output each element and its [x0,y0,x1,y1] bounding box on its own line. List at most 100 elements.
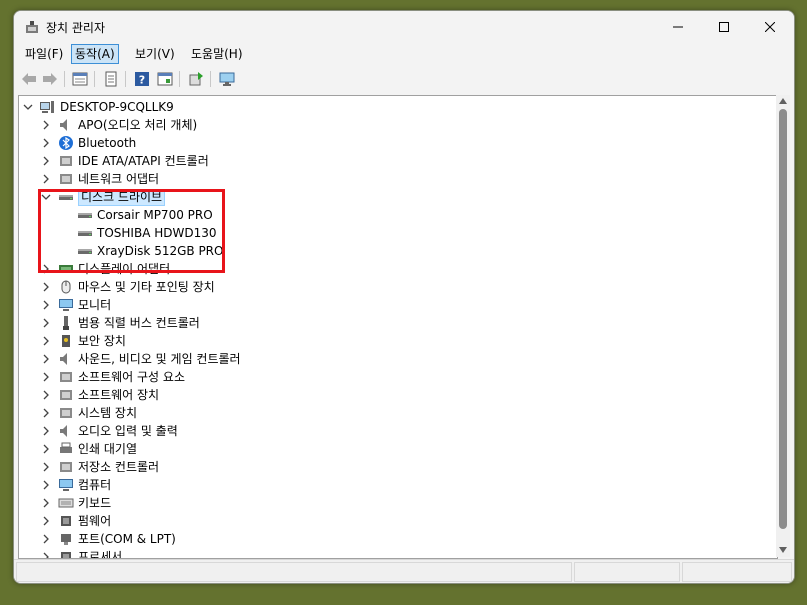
chevron-right-icon[interactable] [41,462,51,472]
chevron-right-icon[interactable] [41,426,51,436]
status-bar [14,559,794,583]
tree-category[interactable]: 컴퓨터 [19,476,759,494]
tree-category-label: 범용 직렬 버스 컨트롤러 [78,316,200,330]
menu-view[interactable]: 보기(V) [132,45,178,63]
minimize-button[interactable] [655,11,701,43]
view-button[interactable] [156,70,174,88]
toolbar-separator [94,71,95,87]
tree-category-label: 포트(COM & LPT) [78,532,176,546]
sound-icon [60,353,67,365]
chevron-right-icon[interactable] [41,552,51,559]
tree-category[interactable]: IDE ATA/ATAPI 컨트롤러 [19,152,759,170]
tree-category[interactable]: 소프트웨어 장치 [19,386,759,404]
tree-category-label: 소프트웨어 장치 [78,388,160,402]
scan-hardware-button[interactable] [218,70,236,88]
monitor-icon [59,299,73,311]
chevron-right-icon[interactable] [41,282,51,292]
scroll-up-icon[interactable] [779,98,787,104]
chevron-right-icon[interactable] [41,372,51,382]
chevron-right-icon[interactable] [41,156,51,166]
tree-category[interactable]: 소프트웨어 구성 요소 [19,368,759,386]
tree-category-label: 사운드, 비디오 및 게임 컨트롤러 [78,352,241,366]
ide-controller-icon [60,156,72,166]
port-icon [61,534,71,545]
help-button[interactable]: ? [133,70,151,88]
software-component-icon [60,372,72,382]
back-button[interactable] [20,70,38,88]
computer-icon [59,479,73,491]
menu-bar: 파일(F) 동작(A) 보기(V) 도움말(H) [14,43,794,65]
properties-button[interactable] [71,70,89,88]
tree-category[interactable]: 범용 직렬 버스 컨트롤러 [19,314,759,332]
page-button[interactable] [102,70,120,88]
tree-category[interactable]: 네트워크 어댑터 [19,170,759,188]
tree-category[interactable]: 펌웨어 [19,512,759,530]
chevron-right-icon[interactable] [41,498,51,508]
chevron-right-icon[interactable] [41,174,51,184]
tree-root[interactable]: DESKTOP-9CQLLK9 [19,98,759,116]
tree-category-label: 펌웨어 [78,514,112,528]
audio-io-icon [60,425,67,437]
chevron-right-icon[interactable] [41,408,51,418]
tree-category[interactable]: 저장소 컨트롤러 [19,458,759,476]
update-driver-button[interactable] [187,70,205,88]
printer-queue-icon [60,442,72,453]
title-bar[interactable]: 장치 관리자 [14,11,794,43]
toolbar-separator [125,71,126,87]
tree-category-label: 오디오 입력 및 출력 [78,424,178,438]
tree-category-label: Bluetooth [78,136,137,150]
maximize-icon [719,22,729,32]
monitor-icon [219,72,235,86]
maximize-button[interactable] [701,11,747,43]
menu-action[interactable]: 동작(A) [71,44,119,64]
chevron-right-icon[interactable] [41,534,51,544]
vertical-scrollbar[interactable] [776,95,790,557]
svg-text:?: ? [139,74,145,87]
status-cell-3 [682,562,792,582]
device-manager-window: 장치 관리자 파일(F) 동작(A) 보기(V) 도움말(H) ? DESKTO… [13,10,795,584]
menu-file[interactable]: 파일(F) [22,45,66,63]
chevron-right-icon[interactable] [41,120,51,130]
chevron-right-icon[interactable] [41,480,51,490]
tree-category[interactable]: 모니터 [19,296,759,314]
tree-category-label: 마우스 및 기타 포인팅 장치 [78,280,215,294]
keyboard-icon [58,498,74,508]
device-tree[interactable]: DESKTOP-9CQLLK9 APO(오디오 처리 개체) Bluetooth I… [18,95,778,559]
scrollbar-thumb[interactable] [779,109,787,529]
tree-category[interactable]: 키보드 [19,494,759,512]
network-adapter-icon [60,174,72,184]
menu-help[interactable]: 도움말(H) [188,45,246,63]
tree-category[interactable]: 오디오 입력 및 출력 [19,422,759,440]
chevron-right-icon[interactable] [41,300,51,310]
view-icon [157,72,173,86]
tree-category[interactable]: 프로세서 [19,548,759,559]
chevron-right-icon[interactable] [41,336,51,346]
minimize-icon [673,26,683,28]
chevron-right-icon[interactable] [41,444,51,454]
back-icon [22,73,36,85]
forward-button[interactable] [41,70,59,88]
tree-category[interactable]: 사운드, 비디오 및 게임 컨트롤러 [19,350,759,368]
update-driver-icon [189,72,203,86]
tree-category[interactable]: Bluetooth [19,134,759,152]
toolbar-separator [179,71,180,87]
usb-icon [63,316,69,330]
tree-category[interactable]: 인쇄 대기열 [19,440,759,458]
chevron-right-icon[interactable] [41,354,51,364]
tree-category[interactable]: 포트(COM & LPT) [19,530,759,548]
firmware-icon [61,516,71,526]
chevron-right-icon[interactable] [41,390,51,400]
tree-category[interactable]: 마우스 및 기타 포인팅 장치 [19,278,759,296]
chevron-right-icon[interactable] [41,318,51,328]
tree-category[interactable]: APO(오디오 처리 개체) [19,116,759,134]
toolbar-separator [210,71,211,87]
tree-category[interactable]: 시스템 장치 [19,404,759,422]
tree-category[interactable]: 보안 장치 [19,332,759,350]
chevron-right-icon[interactable] [41,138,51,148]
chevron-right-icon[interactable] [41,516,51,526]
close-button[interactable] [747,11,793,43]
status-cell-main [16,562,572,582]
scroll-down-icon[interactable] [779,547,787,553]
help-icon: ? [135,72,149,87]
chevron-down-icon[interactable] [23,102,33,112]
